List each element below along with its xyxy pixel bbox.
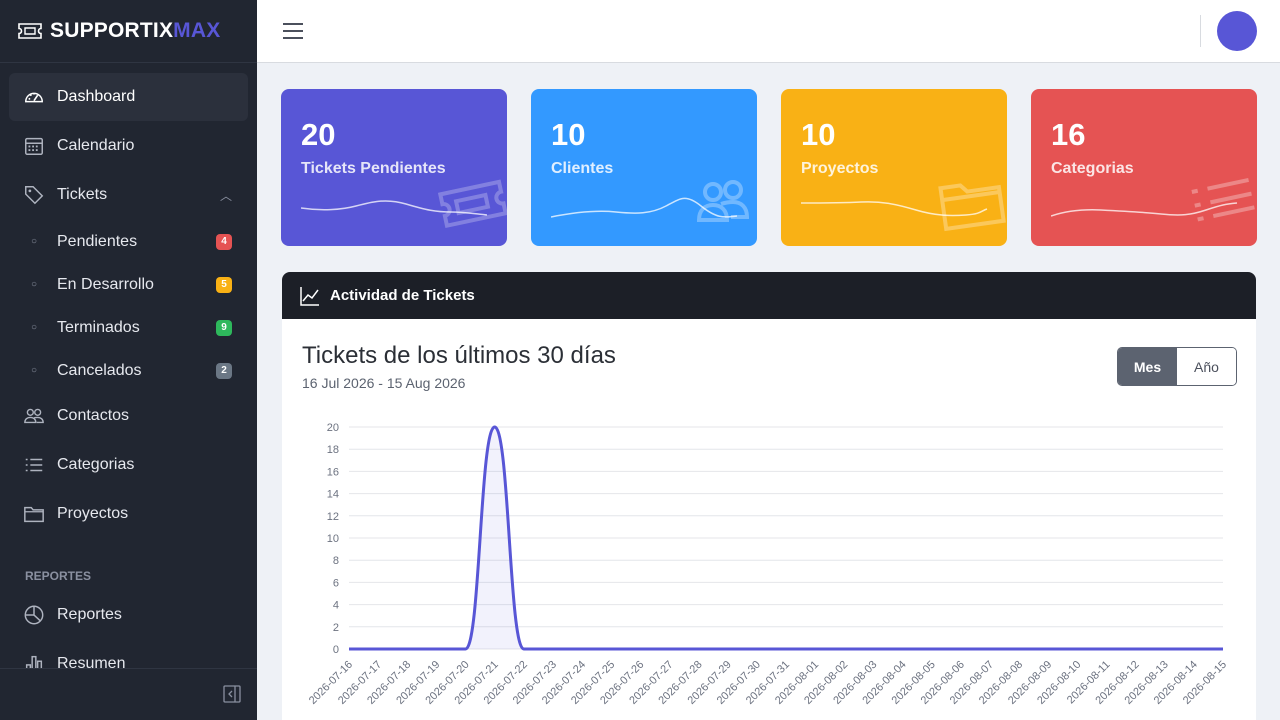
chart-date-range: 16 Jul 2026 - 15 Aug 2026 bbox=[302, 375, 466, 391]
list-icon bbox=[23, 454, 45, 476]
folder-icon bbox=[23, 503, 45, 525]
count-badge: 5 bbox=[216, 276, 232, 293]
sparkline bbox=[301, 200, 488, 216]
sidebar-nav: Dashboard Calendario Tickets ︿ ○ Pendien… bbox=[0, 63, 257, 688]
sparkline bbox=[551, 197, 738, 218]
toggle-mes-button[interactable]: Mes bbox=[1118, 348, 1177, 385]
brand[interactable]: SUPPORTIXMAX bbox=[0, 0, 257, 63]
bullet-icon: ○ bbox=[30, 365, 38, 376]
sidebar-subitem-en-desarrollo[interactable]: ○ En Desarrollo 5 bbox=[9, 263, 248, 306]
count-badge: 9 bbox=[216, 319, 232, 336]
speedometer-icon bbox=[23, 86, 45, 108]
sparkline bbox=[1051, 202, 1238, 217]
sidebar-item-proyectos[interactable]: Proyectos bbox=[9, 490, 248, 538]
people-icon bbox=[23, 405, 45, 427]
stat-card-clientes[interactable]: 10 Clientes bbox=[531, 89, 757, 246]
y-tick-label: 16 bbox=[327, 466, 339, 478]
activity-card: Actividad de Tickets Tickets de los últi… bbox=[282, 272, 1256, 720]
y-tick-label: 6 bbox=[333, 577, 339, 589]
chart-title: Tickets de los últimos 30 días bbox=[302, 342, 616, 369]
sidebar-item-label: Dashboard bbox=[57, 88, 136, 105]
stat-card-categorias[interactable]: 16 Categorias bbox=[1031, 89, 1257, 246]
stat-value: 16 bbox=[1051, 117, 1086, 152]
y-tick-label: 12 bbox=[327, 511, 339, 523]
y-tick-label: 18 bbox=[327, 444, 339, 456]
sidebar-item-label: En Desarrollo bbox=[57, 275, 154, 293]
ticket-icon bbox=[18, 23, 42, 39]
brand-name: SUPPORTIXMAX bbox=[50, 19, 221, 42]
sidebar-item-dashboard[interactable]: Dashboard bbox=[9, 73, 248, 121]
hamburger-menu-icon[interactable] bbox=[282, 20, 304, 42]
stat-card-tickets-pendientes[interactable]: 20 Tickets Pendientes bbox=[281, 89, 507, 246]
y-tick-label: 4 bbox=[333, 600, 339, 612]
sparkline bbox=[801, 201, 988, 217]
sidebar-item-contactos[interactable]: Contactos bbox=[9, 392, 248, 440]
period-toggle: Mes Año bbox=[1117, 347, 1237, 386]
toggle-anio-button[interactable]: Año bbox=[1177, 348, 1236, 385]
count-badge: 2 bbox=[216, 362, 232, 379]
sidebar-item-categorias[interactable]: Categorias bbox=[9, 441, 248, 489]
y-tick-label: 0 bbox=[333, 644, 339, 656]
header-divider bbox=[1200, 15, 1201, 47]
activity-card-header-title: Actividad de Tickets bbox=[330, 287, 475, 304]
activity-card-header: Actividad de Tickets bbox=[282, 272, 1256, 319]
sidebar-item-label: Categorias bbox=[57, 456, 135, 473]
stat-value: 20 bbox=[301, 117, 336, 152]
nav-section-title: REPORTES bbox=[25, 569, 92, 583]
stat-value: 10 bbox=[551, 117, 586, 152]
calendar-icon bbox=[23, 135, 45, 157]
ticket-activity-chart: 024681012141618202026-07-162026-07-17202… bbox=[307, 422, 1229, 707]
sidebar-subitem-terminados[interactable]: ○ Terminados 9 bbox=[9, 306, 248, 349]
sidebar-item-label: Proyectos bbox=[57, 505, 129, 522]
tag-icon bbox=[23, 184, 45, 206]
stat-label: Clientes bbox=[551, 160, 614, 177]
stat-value: 10 bbox=[801, 117, 836, 152]
sidebar-item-label: Pendientes bbox=[57, 232, 138, 250]
y-tick-label: 8 bbox=[333, 555, 339, 567]
sidebar-item-label: Calendario bbox=[57, 137, 135, 154]
sidebar: SUPPORTIXMAX Dashboard Calendario Ticket… bbox=[0, 0, 257, 720]
sidebar-item-label: Terminados bbox=[57, 318, 140, 336]
sidebar-subitem-cancelados[interactable]: ○ Cancelados 2 bbox=[9, 349, 248, 392]
stat-label: Tickets Pendientes bbox=[301, 160, 446, 177]
top-header bbox=[257, 0, 1280, 63]
sidebar-item-label: Tickets bbox=[57, 186, 108, 203]
y-tick-label: 14 bbox=[327, 489, 339, 501]
count-badge: 4 bbox=[216, 233, 232, 250]
y-tick-label: 10 bbox=[327, 533, 339, 545]
y-tick-label: 2 bbox=[333, 622, 339, 634]
line-chart-icon bbox=[300, 286, 319, 306]
sidebar-item-tickets[interactable]: Tickets ︿ bbox=[9, 171, 248, 219]
stat-label: Categorias bbox=[1051, 160, 1134, 177]
sidebar-item-calendario[interactable]: Calendario bbox=[9, 122, 248, 170]
sidebar-footer bbox=[0, 668, 257, 720]
sidebar-item-reportes[interactable]: Reportes bbox=[9, 591, 248, 639]
chart-pie-icon bbox=[23, 604, 45, 626]
sidebar-item-label: Contactos bbox=[57, 407, 130, 424]
chevron-up-icon[interactable]: ︿ bbox=[220, 187, 232, 204]
avatar[interactable] bbox=[1217, 11, 1257, 51]
stat-card-proyectos[interactable]: 10 Proyectos bbox=[781, 89, 1007, 246]
sidebar-item-label: Reportes bbox=[57, 606, 122, 623]
sidebar-collapse-icon[interactable] bbox=[223, 685, 241, 703]
bullet-icon: ○ bbox=[30, 236, 38, 247]
bullet-icon: ○ bbox=[30, 279, 38, 290]
y-tick-label: 20 bbox=[327, 422, 339, 434]
stat-label: Proyectos bbox=[801, 160, 879, 177]
sidebar-subitem-pendientes[interactable]: ○ Pendientes 4 bbox=[9, 220, 248, 263]
bullet-icon: ○ bbox=[30, 322, 38, 333]
sidebar-item-label: Cancelados bbox=[57, 361, 142, 379]
